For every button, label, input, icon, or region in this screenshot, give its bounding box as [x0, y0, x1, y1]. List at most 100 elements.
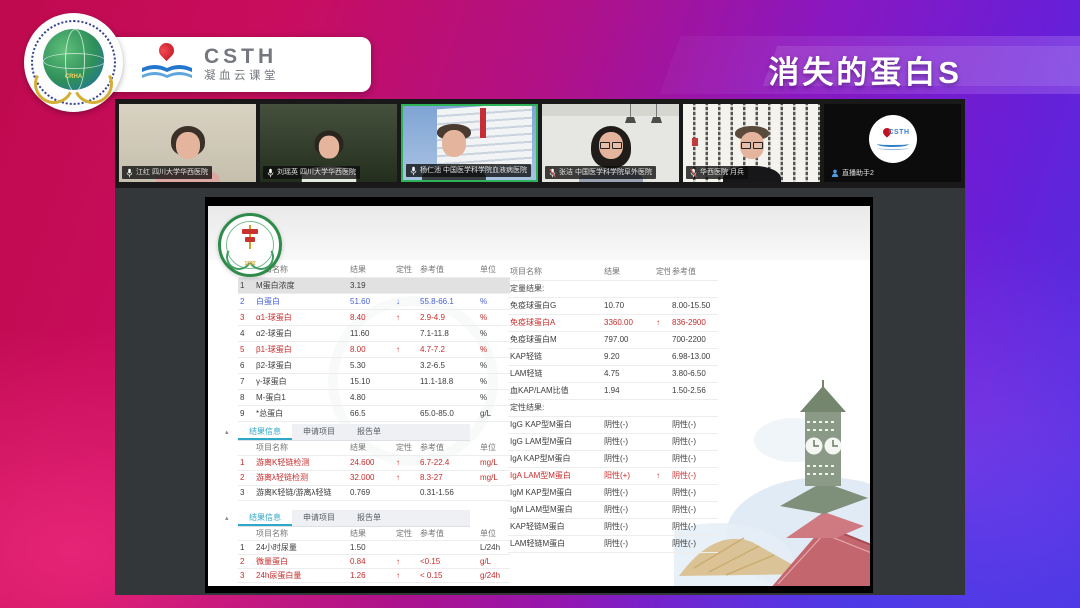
table-cell: 白蛋白 — [254, 294, 348, 309]
table-cell: 6 — [238, 358, 254, 373]
table-cell: 阴性(-) — [602, 536, 654, 552]
table-row[interactable]: 2游离λ轻链检测32.000↑8.3-27mg/L — [238, 471, 510, 486]
table-cell — [394, 390, 418, 405]
video-tile-participant-1[interactable]: 江红 四川大学华西医院 — [119, 104, 256, 182]
participant-name-label: 直播助手2 — [827, 167, 878, 179]
table-row[interactable]: 2微量蛋白0.84↑<0.15g/L — [238, 555, 510, 569]
table-row[interactable]: 1M蛋白浓度3.19 — [238, 278, 510, 294]
table-row[interactable]: 124小时尿量1.50L/24h — [238, 541, 510, 555]
table-cell: <0.15 — [418, 555, 478, 568]
collapse-caret-icon[interactable]: ▴ — [225, 514, 229, 522]
table-row[interactable]: 3游离K轻链/游离λ轻链0.7690.31-1.56 — [238, 486, 510, 501]
table-row[interactable]: 3α1-球蛋白8.40↑2.9-4.9% — [238, 310, 510, 326]
table-row[interactable]: IgA KAP型M蛋白阴性(-)阴性(-) — [508, 451, 718, 468]
table-cell: % — [478, 374, 510, 389]
table-cell — [654, 434, 670, 450]
table-row[interactable]: KAP轻链M蛋白阴性(-)阴性(-) — [508, 519, 718, 536]
video-tile-participant-3-active-speaker[interactable]: 杨仁池 中国医学科学院血液病医院 — [401, 104, 538, 182]
video-tile-participant-5[interactable]: 华西医院 月兵 — [683, 104, 820, 182]
table-cell: 5 — [238, 342, 254, 357]
table-cell — [654, 349, 670, 365]
flag-up-icon: ↑ — [394, 456, 418, 470]
table-cell — [654, 485, 670, 501]
shared-document-window: 1892 项目名称结果定性参考值单位1M蛋白浓度3.192白蛋白51.60↓55… — [205, 197, 873, 593]
table-row[interactable]: 1游离K轻链检测24.600↑6.7-22.4mg/L — [238, 456, 510, 471]
table-row[interactable]: 血KAP/LAM比值1.941.50-2.56 — [508, 383, 718, 400]
table-cell: 836-2900 — [670, 315, 718, 331]
column-header — [238, 527, 254, 540]
table-cell: β2-球蛋白 — [254, 358, 348, 373]
tab-request-items[interactable]: 申请项目 — [292, 424, 346, 440]
table-cell: 1.50-2.56 — [670, 383, 718, 399]
table-row[interactable]: 定性结果: — [508, 400, 718, 417]
table-row[interactable]: 324h尿蛋白量1.26↑< 0.15g/24h — [238, 569, 510, 583]
table-cell: 1 — [238, 541, 254, 554]
table-row[interactable]: IgM LAM型M蛋白阴性(-)阴性(-) — [508, 502, 718, 519]
table-cell: 3 — [238, 569, 254, 582]
table-cell — [654, 332, 670, 348]
table-row[interactable]: 免疫球蛋白A3360.00↑836-2900 — [508, 315, 718, 332]
table-row[interactable]: KAP轻链9.206.98-13.00 — [508, 349, 718, 366]
participant-name-label: 华西医院 月兵 — [686, 166, 748, 179]
table-cell — [394, 358, 418, 373]
flag-up-icon: ↑ — [654, 315, 670, 331]
tab-result-info[interactable]: 结果信息 — [238, 424, 292, 440]
flag-up-icon: ↑ — [654, 468, 670, 484]
table-cell: 65.0-85.0 — [418, 406, 478, 421]
video-tile-participant-4[interactable]: 张洁 中国医学科学院阜外医院 — [542, 104, 679, 182]
result-tabs: 结果信息 申请项目 报告单 — [238, 424, 470, 441]
table-row[interactable]: 5β1-球蛋白8.00↑4.7-7.2% — [238, 342, 510, 358]
participant-name-label: 江红 四川大学华西医院 — [122, 166, 212, 179]
table-row[interactable]: LAM轻链M蛋白阴性(-)阴性(-) — [508, 536, 718, 553]
table-header-row: 项目名称结果定性参考值单位 — [238, 527, 510, 541]
table-row[interactable]: LAM轻链4.753.80-6.50 — [508, 366, 718, 383]
table-cell: 3.2-6.5 — [418, 358, 478, 373]
column-header: 结果 — [348, 262, 394, 277]
table-row[interactable]: 7γ-球蛋白15.1011.1-18.8% — [238, 374, 510, 390]
participant-name: 杨仁池 中国医学科学院血液病医院 — [420, 166, 527, 175]
table-row[interactable]: 8M-蛋白14.80% — [238, 390, 510, 406]
table-cell: 8.3-27 — [418, 471, 478, 485]
csth-name: 凝血云课堂 — [204, 70, 279, 83]
table-cell: 免疫球蛋白M — [508, 332, 602, 348]
table-row[interactable]: 免疫球蛋白G10.708.00-15.50 — [508, 298, 718, 315]
table-cell — [394, 406, 418, 421]
table-cell: 24h尿蛋白量 — [254, 569, 348, 582]
video-tile-participant-2[interactable]: 刘瑶英 四川大学华西医院 — [260, 104, 397, 182]
tab-request-items[interactable]: 申请项目 — [292, 510, 346, 526]
table-row[interactable]: 9*总蛋白66.565.0-85.0g/L — [238, 406, 510, 422]
csth-acronym: CSTH — [204, 45, 279, 68]
tab-report-sheet[interactable]: 报告单 — [346, 424, 392, 440]
table-cell: M-蛋白1 — [254, 390, 348, 405]
table-cell — [654, 519, 670, 535]
table-cell: 700-2200 — [670, 332, 718, 348]
table-cell: 阳性(+) — [602, 468, 654, 484]
table-cell: % — [478, 342, 510, 357]
table-cell: 3 — [238, 310, 254, 325]
table-row[interactable]: IgM KAP型M蛋白阴性(-)阴性(-) — [508, 485, 718, 502]
table-cell: g/24h — [478, 569, 510, 582]
flag-down-icon: ↓ — [394, 294, 418, 309]
table-row[interactable]: IgG LAM型M蛋白阴性(-)阴性(-) — [508, 434, 718, 451]
table-row[interactable]: 6β2-球蛋白5.303.2-6.5% — [238, 358, 510, 374]
table-row[interactable]: 2白蛋白51.60↓55.8-66.1% — [238, 294, 510, 310]
column-header: 参考值 — [418, 527, 478, 540]
column-header: 项目名称 — [254, 527, 348, 540]
collapse-caret-icon[interactable]: ▴ — [225, 428, 229, 436]
table-row[interactable]: 免疫球蛋白M797.00700-2200 — [508, 332, 718, 349]
table-row[interactable]: IgA LAM型M蛋白阳性(+)↑阴性(-) — [508, 468, 718, 485]
tab-result-info[interactable]: 结果信息 — [238, 510, 292, 526]
table-cell: 0.769 — [348, 486, 394, 500]
video-tile-assistant[interactable]: CSTH 直播助手2 — [824, 104, 961, 182]
column-header: 参考值 — [418, 441, 478, 455]
table-cell: IgA LAM型M蛋白 — [508, 468, 602, 484]
table-row[interactable]: 定量结果: — [508, 281, 718, 298]
table-row[interactable]: 4α2-球蛋白11.607.1-11.8% — [238, 326, 510, 342]
tab-report-sheet[interactable]: 报告单 — [346, 510, 392, 526]
table-cell: % — [478, 310, 510, 325]
csth-logo: CSTH 凝血云课堂 — [140, 40, 360, 88]
table-cell: 7.1-11.8 — [418, 326, 478, 341]
table-cell: 游离λ轻链检测 — [254, 471, 348, 485]
table-cell: % — [478, 326, 510, 341]
table-row[interactable]: IgG KAP型M蛋白阴性(-)阴性(-) — [508, 417, 718, 434]
